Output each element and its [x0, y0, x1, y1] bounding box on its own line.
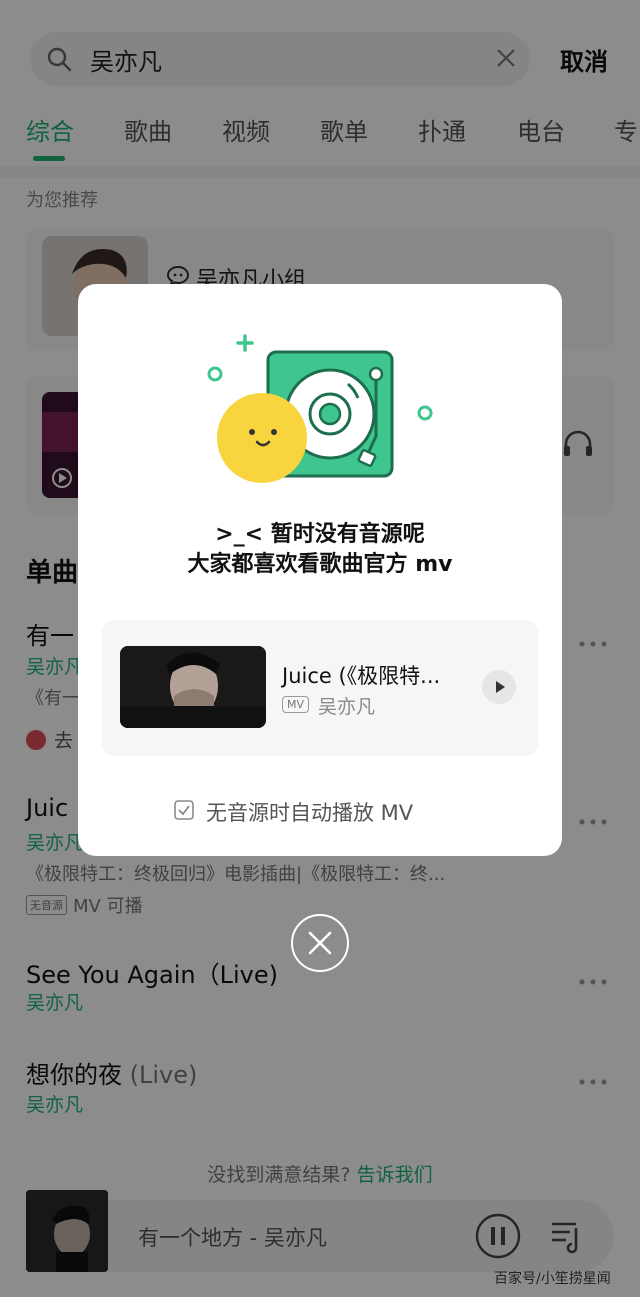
play-icon[interactable] — [482, 670, 516, 704]
watermark: 百家号/小笙捞星闻 — [494, 1271, 611, 1287]
mv-title[interactable]: Juice (《极限特... — [282, 660, 440, 690]
mv-badge: MV — [282, 696, 310, 713]
close-icon — [308, 931, 332, 955]
auto-play-label[interactable]: 无音源时自动播放 MV — [206, 797, 413, 827]
auto-play-checkbox[interactable] — [174, 800, 194, 820]
dialog-message-line1: >_< 暂时没有音源呢 — [215, 522, 425, 547]
mv-artist: 吴亦凡 — [318, 696, 376, 718]
mv-thumbnail[interactable] — [120, 646, 266, 728]
close-dialog-button[interactable] — [291, 914, 349, 972]
dialog-message-line2: 大家都喜欢看歌曲官方 mv — [187, 552, 453, 577]
record-player-illustration — [207, 334, 433, 483]
